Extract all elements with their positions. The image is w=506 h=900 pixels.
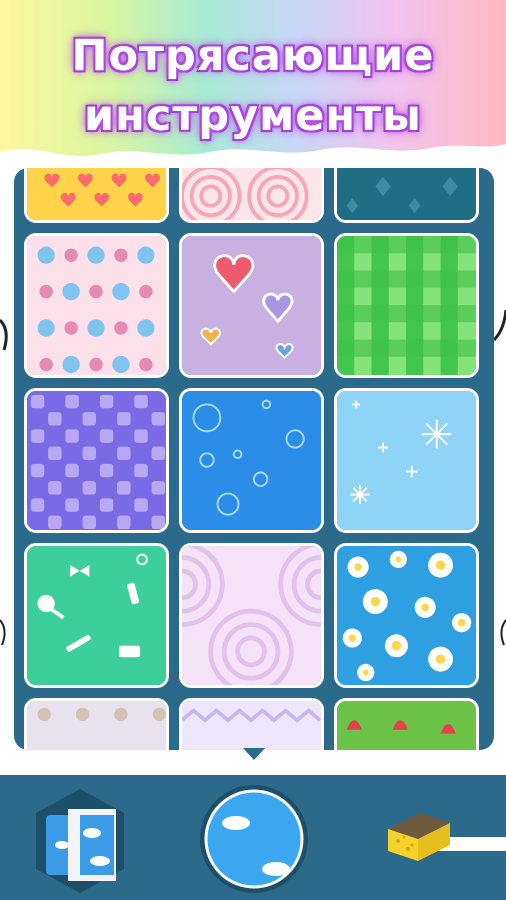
pattern-tile-daisies[interactable] — [334, 543, 479, 688]
sponge-eraser-tool-button[interactable] — [384, 807, 506, 867]
pattern-tile-lilac-arcs[interactable] — [179, 543, 324, 688]
pattern-tile-teal-damask[interactable] — [334, 168, 479, 223]
pattern-tile-tulips[interactable] — [334, 698, 479, 750]
pattern-tile-yellow-hearts[interactable] — [24, 168, 169, 223]
pattern-tile-green-gingham[interactable] — [334, 233, 479, 378]
background-doodle-left — [0, 318, 8, 646]
pattern-tile-lilac-hearts[interactable] — [179, 233, 324, 378]
pattern-fill-tool-button[interactable] — [28, 785, 132, 897]
pattern-tile-beauty-tools[interactable] — [24, 543, 169, 688]
promo-title-line-2: инструменты — [84, 91, 422, 141]
pattern-roll-icon — [46, 809, 116, 881]
pattern-tile-snowflakes[interactable] — [334, 388, 479, 533]
pattern-tile-chevron[interactable] — [179, 698, 324, 750]
pattern-tile-pink-arcs[interactable] — [179, 168, 324, 223]
promo-title-line-1: Потрясающие — [71, 31, 435, 81]
promo-title: Потрясающие инструменты — [0, 26, 506, 146]
pattern-tile-blue-bubbles[interactable] — [179, 388, 324, 533]
pattern-tile-purple-checkers[interactable] — [24, 388, 169, 533]
pattern-tile-pink-blue-stars[interactable] — [24, 233, 169, 378]
pattern-tile-polka-dots[interactable] — [24, 698, 169, 750]
pattern-picker-panel[interactable] — [14, 168, 494, 750]
panel-pointer — [243, 748, 265, 760]
bubble-icon — [204, 789, 304, 889]
background-doodle-right — [494, 309, 506, 646]
tool-bar — [0, 775, 506, 900]
bubble-fill-tool-button[interactable] — [198, 783, 310, 895]
sponge-icon — [388, 813, 450, 861]
